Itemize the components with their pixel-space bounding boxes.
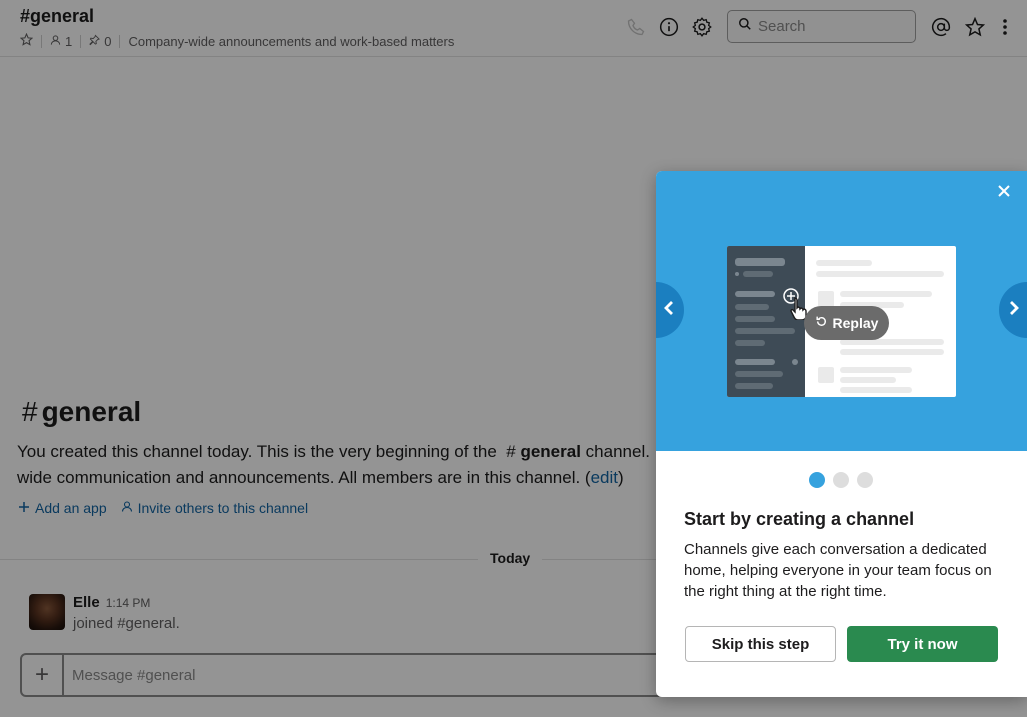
pinned-count: 0	[104, 33, 112, 49]
intro-text-part: channel.	[585, 442, 650, 461]
pinned-count-button[interactable]: 0	[89, 34, 111, 49]
skip-step-button[interactable]: Skip this step	[685, 626, 836, 662]
slide-dot[interactable]	[809, 472, 825, 488]
mention-icon[interactable]	[929, 15, 953, 39]
attach-button[interactable]: +	[22, 655, 64, 695]
replay-icon	[815, 315, 828, 331]
chevron-right-icon	[1009, 300, 1019, 321]
member-icon	[50, 34, 61, 49]
channel-topic[interactable]: Company-wide announcements and work-base…	[128, 34, 454, 49]
illustration-line	[735, 340, 765, 346]
chevron-left-icon	[664, 300, 674, 321]
illustration-line	[735, 359, 775, 365]
channel-meta: 1 0 Company-wide announcements and work-…	[19, 32, 454, 49]
replay-button[interactable]: Replay	[804, 306, 889, 340]
intro-text-part: )	[618, 468, 624, 487]
member-icon	[121, 500, 133, 516]
illustration-line	[816, 260, 872, 266]
illustration-line	[818, 367, 834, 383]
illustration-line	[735, 304, 769, 310]
onboarding-popup: Replay Start by creating a channel Chann…	[656, 171, 1027, 697]
channel-header: #general 1 0 Company-wide announcements …	[0, 0, 1027, 57]
invite-label: Invite others to this channel	[137, 500, 309, 516]
mention-name: general	[520, 442, 581, 461]
illustration-line	[735, 383, 773, 389]
try-it-now-button[interactable]: Try it now	[847, 626, 998, 662]
illustration-line	[840, 387, 912, 393]
next-slide-button[interactable]	[999, 282, 1027, 338]
header-actions	[624, 14, 714, 40]
mention-hash: #	[506, 442, 516, 461]
search-box[interactable]	[727, 10, 916, 43]
separator	[80, 34, 82, 48]
edit-link[interactable]: edit	[591, 468, 618, 487]
member-count: 1	[65, 33, 73, 49]
illustration-line	[792, 359, 798, 365]
channel-intro-title: # general	[22, 396, 141, 428]
avatar[interactable]	[29, 594, 65, 630]
intro-actions: Add an app Invite others to this channel	[18, 500, 308, 516]
pin-icon	[89, 34, 101, 49]
slide-dot[interactable]	[833, 472, 849, 488]
channel-title[interactable]: #general	[20, 6, 94, 27]
more-icon[interactable]	[993, 15, 1017, 39]
message: Elle 1:14 PM joined #general.	[29, 594, 180, 632]
search-input[interactable]	[758, 18, 898, 35]
separator	[119, 34, 121, 48]
channel-intro-name: general	[41, 396, 142, 427]
separator	[41, 34, 42, 48]
message-author[interactable]: Elle	[73, 594, 100, 611]
intro-text-part: You created this channel today. This is …	[17, 442, 497, 461]
gear-icon[interactable]	[690, 15, 714, 39]
illustration-line	[735, 316, 775, 322]
star-icon[interactable]	[19, 32, 34, 49]
illustration-line	[840, 349, 944, 355]
message-header: Elle 1:14 PM	[73, 594, 180, 611]
channel-intro-text: You created this channel today. This is …	[17, 439, 717, 491]
illustration-line	[735, 272, 739, 276]
phone-icon[interactable]	[624, 15, 648, 39]
day-divider-label[interactable]: Today	[478, 550, 543, 566]
illustration-line	[735, 328, 795, 334]
add-app-button[interactable]: Add an app	[18, 500, 107, 516]
illustration-line	[840, 367, 912, 373]
message-body: Elle 1:14 PM joined #general.	[73, 594, 180, 632]
replay-label: Replay	[832, 315, 879, 331]
member-count-button[interactable]: 1	[50, 34, 72, 49]
illustration-line	[818, 291, 834, 307]
header-right-actions	[929, 14, 1017, 40]
info-icon[interactable]	[657, 15, 681, 39]
star-icon[interactable]	[963, 15, 987, 39]
close-icon[interactable]	[994, 181, 1014, 201]
intro-text-part: wide communication and announcements. Al…	[17, 468, 591, 487]
prev-slide-button[interactable]	[656, 282, 684, 338]
search-icon	[738, 17, 752, 36]
channel-mention[interactable]: # general	[502, 442, 581, 461]
illustration-line	[840, 377, 896, 383]
illustration-line	[735, 291, 775, 297]
popup-description: Channels give each conversation a dedica…	[684, 541, 992, 600]
add-app-label: Add an app	[35, 500, 107, 516]
hash-symbol: #	[22, 396, 38, 427]
illustration-line	[743, 271, 773, 277]
message-text: joined #general.	[73, 615, 180, 632]
illustration-line	[735, 371, 783, 377]
illustration-line	[840, 291, 932, 297]
invite-button[interactable]: Invite others to this channel	[121, 500, 308, 516]
popup-hero: Replay	[656, 171, 1027, 451]
message-timestamp[interactable]: 1:14 PM	[106, 596, 151, 610]
illustration-line	[735, 258, 785, 266]
popup-title: Start by creating a channel	[684, 509, 915, 529]
slide-dot[interactable]	[857, 472, 873, 488]
slide-indicator	[809, 472, 873, 488]
tutorial-illustration: Replay	[727, 246, 956, 397]
illustration-line	[816, 271, 944, 277]
plus-icon	[18, 500, 30, 516]
